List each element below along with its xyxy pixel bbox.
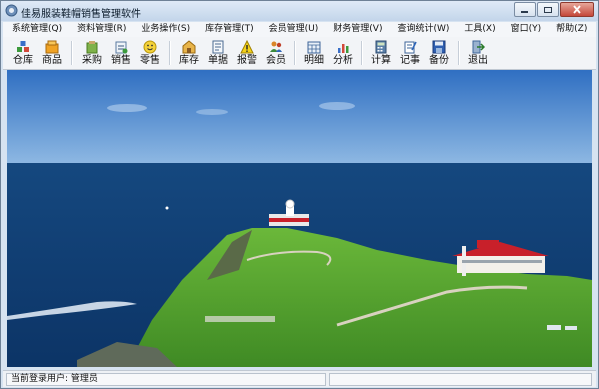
exit-icon [472,40,485,54]
status-user: 管理员 [70,374,98,384]
app-icon [5,4,18,17]
toolbar-sales-button[interactable]: 销售 [105,39,137,67]
backup-icon [432,40,446,54]
menu-bar: 系统管理(Q) 资料管理(R) 业务操作(S) 库存管理(T) 会员管理(U) … [3,22,596,37]
toolbar-analysis-button[interactable]: 分析 [327,39,359,67]
app-window: 佳易服装鞋帽销售管理软件 系统管理(Q) 资料管理(R) 业务操作(S) 库存管… [0,0,599,389]
title-bar: 佳易服装鞋帽销售管理软件 [1,1,598,21]
toolbar-document-button[interactable]: 单据 [202,39,234,67]
toolbar-notepad-button[interactable]: 记事 [394,39,426,67]
restore-button[interactable] [537,2,559,17]
details-icon [307,41,321,54]
status-login-panel: 当前登录用户: 管理员 [6,373,326,386]
document-icon [212,40,224,54]
sales-icon [115,41,128,54]
background-landscape-image [7,70,592,367]
menu-query[interactable]: 查询统计(W) [388,22,455,37]
minimize-icon [521,10,528,13]
status-login-label: 当前登录用户: [11,374,69,384]
purchase-icon [86,41,98,54]
calculator-icon [375,40,387,54]
menu-business[interactable]: 业务操作(S) [132,22,196,37]
toolbar-backup-button[interactable]: 备份 [423,39,455,67]
close-button[interactable] [560,2,594,17]
toolbar-warehouse-button[interactable]: 仓库 [7,39,39,67]
status-bar: 当前登录用户: 管理员 [3,370,596,387]
menu-data[interactable]: 资料管理(R) [68,22,132,37]
toolbar-goods-button[interactable]: 商品 [36,39,68,67]
menu-help[interactable]: 帮助(Z) [547,22,593,37]
goods-icon [45,40,59,54]
toolbar-members-button[interactable]: 会员 [260,39,292,67]
inventory-icon [182,40,196,54]
members-icon [270,41,282,52]
toolbar-calculator-button[interactable]: 计算 [365,39,397,67]
toolbar-details-button[interactable]: 明细 [298,39,330,67]
analysis-icon [338,44,349,53]
menu-members[interactable]: 会员管理(U) [260,22,325,37]
warning-icon [240,40,254,54]
window-title: 佳易服装鞋帽销售管理软件 [21,9,141,20]
toolbar-retail-button[interactable]: 零售 [134,39,166,67]
toolbar-exit-button[interactable]: 退出 [462,39,494,67]
toolbar-inventory-button[interactable]: 库存 [173,39,205,67]
notepad-icon [404,41,417,54]
retail-icon [143,40,157,54]
toolbar-warning-button[interactable]: 报警 [231,39,263,67]
close-icon [573,5,581,14]
menu-tools[interactable]: 工具(X) [455,22,501,37]
status-empty-panel [329,373,592,386]
menu-system[interactable]: 系统管理(Q) [3,22,68,37]
menu-window[interactable]: 窗口(Y) [502,22,548,37]
menu-finance[interactable]: 财务管理(V) [324,22,388,37]
toolbar: 仓库 商品 采购 销售 零售 库存 单据 报警 会员 明细 分析 计算 记事 备… [3,37,596,70]
restore-icon [544,6,552,13]
warehouse-icon [17,41,29,52]
menu-inventory[interactable]: 库存管理(T) [196,22,260,37]
minimize-button[interactable] [514,2,536,17]
toolbar-purchase-button[interactable]: 采购 [76,39,108,67]
